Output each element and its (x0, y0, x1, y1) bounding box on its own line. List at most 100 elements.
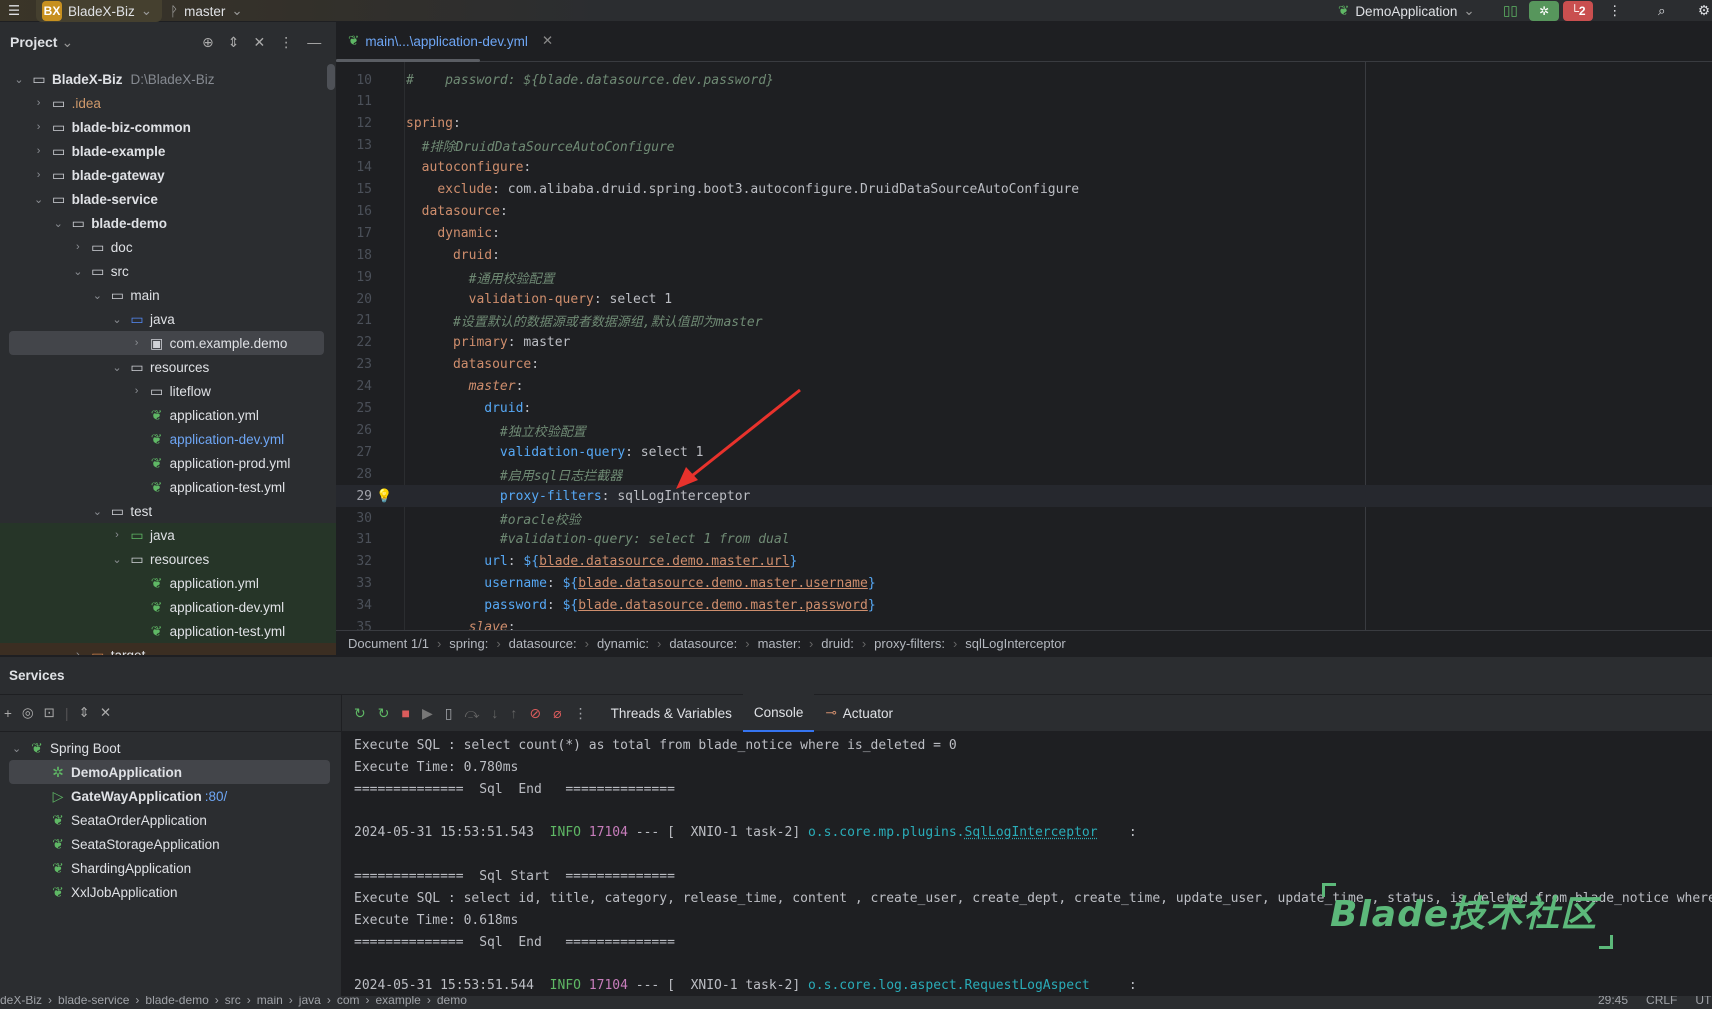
tree-item[interactable]: › ▭ blade-gateway (0, 163, 336, 187)
breadcrumb-item[interactable]: sqlLogInterceptor (965, 636, 1065, 651)
tree-item[interactable]: ⌄ ▭ main (0, 283, 336, 307)
breadcrumb-item[interactable]: Document 1/1 (348, 636, 429, 651)
tab-console[interactable]: Console (742, 694, 815, 732)
view-breakpoints-icon[interactable]: ⊘ (529, 705, 541, 722)
collapse-all-icon[interactable]: ✕ (253, 34, 265, 51)
status-path-item[interactable]: blade-demo (145, 996, 208, 1007)
console-line[interactable]: Execute Time: 0.780ms (354, 757, 518, 779)
tree-item[interactable]: › ▭ blade-biz-common (0, 115, 336, 139)
chevron-down-icon[interactable]: ⌄ (110, 361, 124, 374)
locate-icon[interactable]: ⊕ (202, 34, 214, 51)
chevron-down-icon[interactable]: ⌄ (110, 553, 124, 566)
file-encoding[interactable]: UT (1695, 996, 1711, 1007)
project-panel-title[interactable]: Project (10, 34, 57, 50)
pause-icon[interactable]: ▯▯ (1503, 0, 1518, 22)
more-icon[interactable]: ⋮ (1608, 0, 1622, 22)
chevron-right-icon[interactable]: › (130, 337, 144, 349)
chevron-right-icon[interactable]: › (71, 649, 85, 655)
chevron-down-icon[interactable]: ⌄ (12, 742, 28, 755)
expand-all-icon[interactable]: ⇕ (228, 34, 240, 51)
chevron-down-icon[interactable]: ⌄ (71, 265, 85, 278)
settings-icon[interactable]: ⚙ (1698, 0, 1710, 22)
chevron-down-icon[interactable]: ⌄ (32, 193, 46, 206)
status-path-item[interactable]: deX-Biz (0, 996, 42, 1007)
chevron-right-icon[interactable]: › (130, 385, 144, 397)
status-path-item[interactable]: main (257, 996, 283, 1007)
tree-item[interactable]: ⌄ ▭ blade-demo (0, 211, 336, 235)
line-separator[interactable]: CRLF (1646, 996, 1677, 1007)
tree-item[interactable]: › ▭ .idea (0, 91, 336, 115)
stop-icon[interactable]: ■ (401, 705, 409, 721)
status-path-item[interactable]: example (375, 996, 420, 1007)
status-path-item[interactable]: src (225, 996, 241, 1007)
pause-icon[interactable]: ▯ (445, 705, 453, 722)
service-item[interactable]: ❦ SeataStorageApplication (9, 832, 330, 856)
chevron-down-icon[interactable]: ⌄ (90, 505, 104, 518)
new-group-icon[interactable]: ⊡ (44, 705, 55, 721)
breadcrumb-item[interactable]: datasource: (509, 636, 577, 651)
console-line[interactable]: Execute SQL : select count(*) as total f… (354, 735, 957, 757)
step-into-icon[interactable]: ↓ (491, 705, 498, 721)
console-line[interactable]: 2024-05-31 15:53:51.544 INFO 17104 --- [… (354, 975, 1137, 996)
service-item[interactable]: ❦ XxlJobApplication (9, 880, 330, 904)
tree-item[interactable]: ❦ application-prod.yml (0, 451, 336, 475)
expand-all-icon[interactable]: ⇕ (79, 705, 90, 721)
step-over-icon[interactable]: ⤼ (464, 705, 479, 722)
service-port-link[interactable]: :80/ (205, 789, 228, 804)
caret-position[interactable]: 29:45 (1598, 996, 1628, 1007)
branch-switcher[interactable]: ᚹ master ⌄ (170, 0, 243, 22)
search-icon[interactable]: ⌕ (1658, 0, 1666, 22)
tab-actuator[interactable]: ⊸ Actuator (814, 694, 904, 732)
tree-item[interactable]: ⌄ ▭ blade-service (0, 187, 336, 211)
add-service-icon[interactable]: + (4, 706, 12, 721)
chevron-right-icon[interactable]: › (71, 241, 85, 253)
main-menu-icon[interactable]: ☰ (8, 0, 20, 22)
chevron-down-icon[interactable]: ⌄ (12, 73, 26, 86)
debug-button[interactable]: ✲ (1529, 1, 1559, 21)
editor-tab[interactable]: ❦ main\...\application-dev.yml ✕ (348, 22, 553, 60)
chevron-right-icon[interactable]: › (32, 169, 46, 181)
console-line[interactable]: ============== Sql End ============== (354, 932, 675, 954)
tab-threads-variables[interactable]: Threads & Variables (600, 694, 743, 732)
tree-item[interactable]: › ▭ java (0, 523, 336, 547)
service-item[interactable]: ❦ SeataOrderApplication (9, 808, 330, 832)
tree-item[interactable]: › ▭ doc (0, 235, 336, 259)
tree-item[interactable]: › ▭ blade-example (0, 139, 336, 163)
services-group-spring-boot[interactable]: ⌄ ❦ Spring Boot (12, 736, 121, 760)
breadcrumb-item[interactable]: spring: (449, 636, 488, 651)
status-path-item[interactable]: java (299, 996, 321, 1007)
tree-item[interactable]: ⌄ ▭ resources (0, 547, 336, 571)
console-line[interactable]: Execute Time: 0.618ms (354, 910, 518, 932)
tree-scrollbar[interactable] (327, 64, 335, 90)
service-item[interactable]: ✲ DemoApplication (9, 760, 330, 784)
project-switcher[interactable]: BX BladeX-Biz ⌄ (36, 0, 163, 22)
chevron-down-icon[interactable]: ⌄ (51, 217, 65, 230)
console-line[interactable]: 2024-05-31 15:53:51.543 INFO 17104 --- [… (354, 822, 1137, 844)
tree-item[interactable]: ⌄ ▭ java (0, 307, 336, 331)
tree-item[interactable]: ❦ application-test.yml (0, 475, 336, 499)
tree-item[interactable]: ⌄ ▭ test (0, 499, 336, 523)
breadcrumb-item[interactable]: datasource: (669, 636, 737, 651)
more-icon[interactable]: ⋮ (574, 705, 588, 722)
options-icon[interactable]: ⋮ (279, 34, 293, 51)
breadcrumb-item[interactable]: master: (758, 636, 801, 651)
close-tab-icon[interactable]: ✕ (542, 33, 553, 49)
console-output[interactable]: Execute SQL : select count(*) as total f… (342, 732, 1712, 996)
tree-item[interactable]: ❦ application-dev.yml (0, 595, 336, 619)
tree-item[interactable]: › ▣ com.example.demo (9, 331, 324, 355)
breadcrumb-item[interactable]: dynamic: (597, 636, 649, 651)
chevron-right-icon[interactable]: › (32, 121, 46, 133)
tree-item[interactable]: › ▭ target (0, 643, 336, 655)
service-item[interactable]: ▷ GateWayApplication:80/ (9, 784, 330, 808)
chevron-down-icon[interactable]: ⌄ (110, 313, 124, 326)
rerun-debug-icon[interactable]: ↻ (378, 705, 390, 722)
tree-item[interactable]: › ▭ liteflow (0, 379, 336, 403)
mute-breakpoints-icon[interactable]: ⌀ (553, 705, 561, 722)
run-config-selector[interactable]: ❦ DemoApplication ⌄ (1338, 0, 1475, 22)
console-line[interactable]: ============== Sql End ============== (354, 779, 675, 801)
chevron-right-icon[interactable]: › (110, 529, 124, 541)
code-editor[interactable]: 10 # password: ${blade.datasource.dev.pas… (336, 62, 1712, 630)
tree-item[interactable]: ❦ application-dev.yml (0, 427, 336, 451)
chevron-right-icon[interactable]: › (32, 145, 46, 157)
tree-item[interactable]: ❦ application.yml (0, 571, 336, 595)
